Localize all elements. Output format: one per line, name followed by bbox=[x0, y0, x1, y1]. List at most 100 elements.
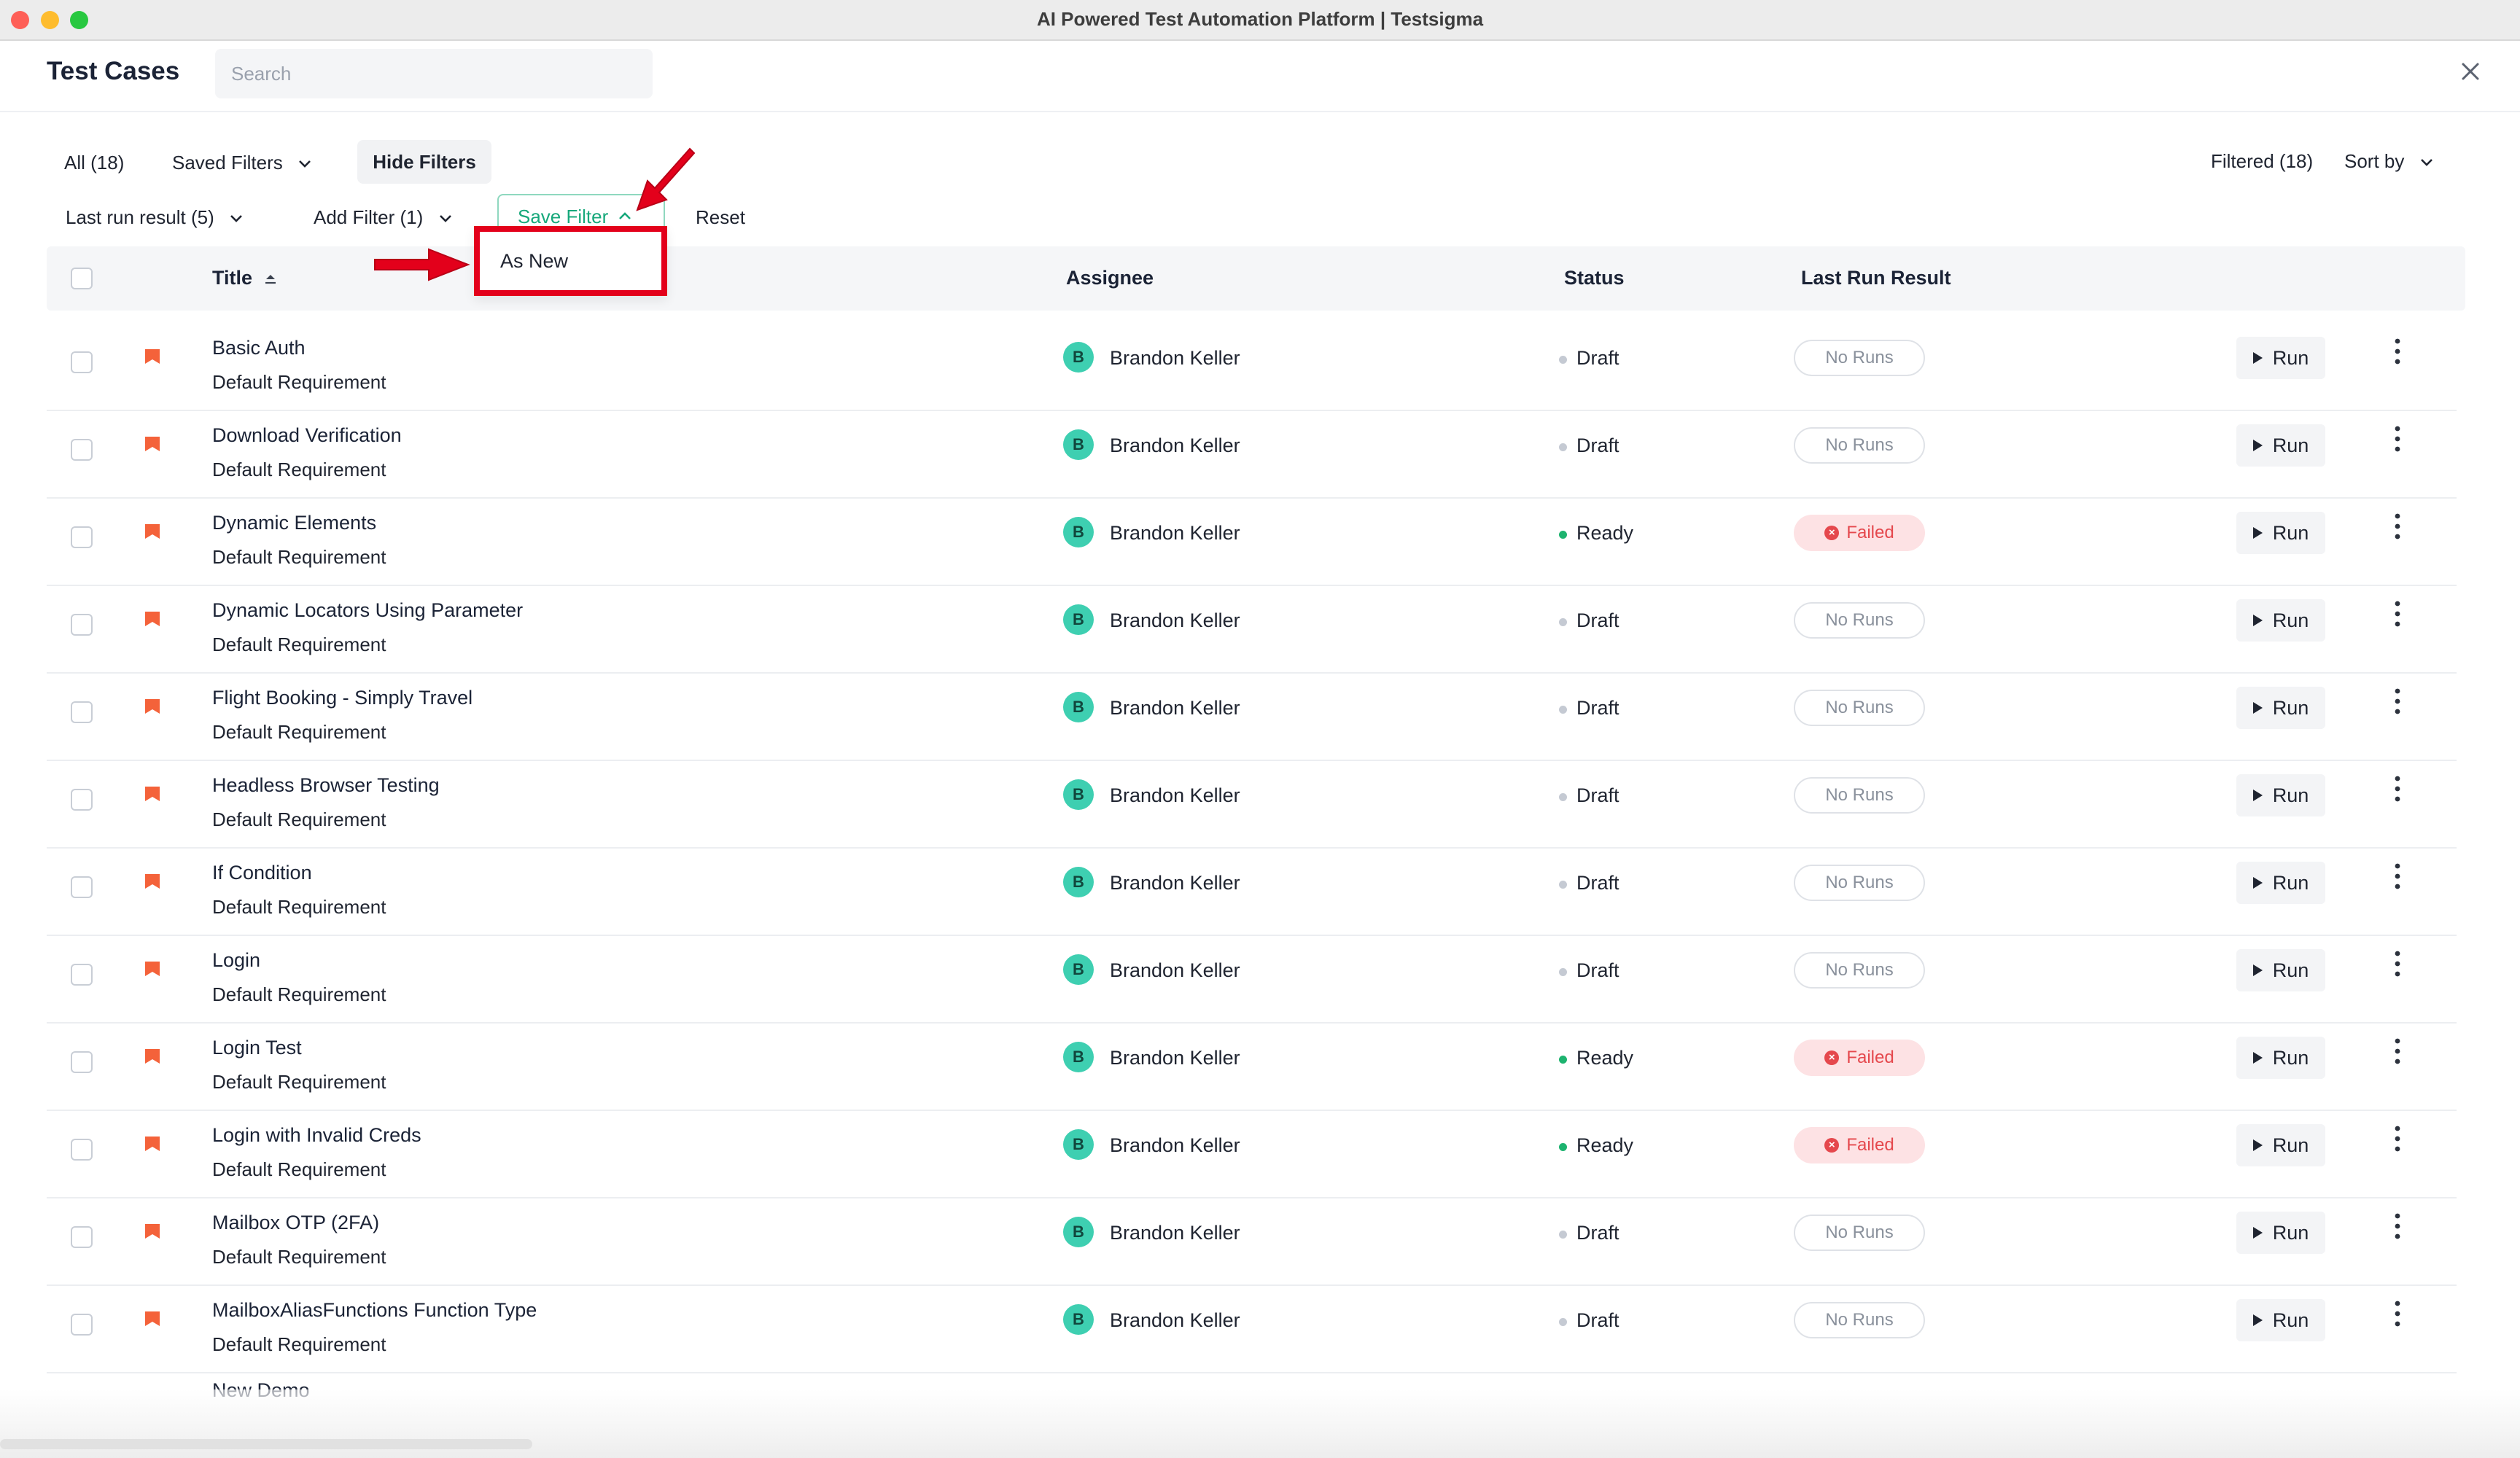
more-options-icon[interactable] bbox=[2387, 773, 2408, 805]
table-row[interactable]: Login with Invalid Creds Default Require… bbox=[47, 1110, 2457, 1198]
run-button[interactable]: Run bbox=[2236, 599, 2325, 642]
run-button[interactable]: Run bbox=[2236, 1212, 2325, 1254]
window-titlebar: AI Powered Test Automation Platform | Te… bbox=[0, 0, 2520, 41]
table-row[interactable]: Headless Browser Testing Default Require… bbox=[47, 760, 2457, 849]
reset-button[interactable]: Reset bbox=[696, 206, 745, 229]
test-case-title[interactable]: Download Verification bbox=[212, 424, 402, 447]
test-case-title[interactable]: Login bbox=[212, 949, 260, 972]
run-label: Run bbox=[2272, 784, 2309, 806]
test-case-title[interactable]: Headless Browser Testing bbox=[212, 774, 440, 797]
test-case-title[interactable]: Basic Auth bbox=[212, 337, 306, 359]
row-checkbox[interactable] bbox=[71, 701, 93, 723]
table-row[interactable]: Dynamic Elements Default Requirement B B… bbox=[47, 497, 2457, 586]
test-case-requirement: Default Requirement bbox=[212, 721, 386, 743]
last-run-result-text: No Runs bbox=[1825, 873, 1894, 892]
last-run-result-text: Failed bbox=[1846, 1048, 1894, 1067]
run-label: Run bbox=[2272, 696, 2309, 719]
test-case-requirement: Default Requirement bbox=[212, 808, 386, 830]
row-checkbox[interactable] bbox=[71, 1226, 93, 1248]
more-options-icon[interactable] bbox=[2387, 1123, 2408, 1155]
status-text: Ready bbox=[1576, 1134, 1634, 1156]
table-row[interactable]: Login Default Requirement B Brandon Kell… bbox=[47, 935, 2457, 1024]
hide-filters-button[interactable]: Hide Filters bbox=[357, 140, 491, 184]
table-row[interactable]: Mailbox OTP (2FA) Default Requirement B … bbox=[47, 1197, 2457, 1286]
row-checkbox[interactable] bbox=[71, 876, 93, 898]
test-case-title[interactable]: Dynamic Elements bbox=[212, 512, 376, 534]
status-dot-icon bbox=[1559, 443, 1567, 451]
assignee-name: Brandon Keller bbox=[1110, 522, 1240, 544]
row-checkbox[interactable] bbox=[71, 1051, 93, 1073]
more-options-icon[interactable] bbox=[2387, 860, 2408, 892]
add-filter-dropdown[interactable]: Add Filter (1) bbox=[314, 206, 455, 229]
assignee-name: Brandon Keller bbox=[1110, 872, 1240, 894]
save-filter-as-new-option[interactable]: As New bbox=[500, 250, 568, 273]
assignee-name: Brandon Keller bbox=[1110, 434, 1240, 456]
table-row[interactable]: MailboxAliasFunctions Function Type Defa… bbox=[47, 1284, 2457, 1373]
select-all-checkbox[interactable] bbox=[71, 268, 93, 289]
run-button[interactable]: Run bbox=[2236, 512, 2325, 554]
priority-flag-icon bbox=[145, 349, 160, 364]
run-button[interactable]: Run bbox=[2236, 337, 2325, 379]
search-input[interactable] bbox=[230, 61, 638, 86]
sort-ascending-icon[interactable] bbox=[262, 272, 279, 286]
test-case-title[interactable]: Flight Booking - Simply Travel bbox=[212, 687, 472, 709]
title-column-header[interactable]: Title bbox=[212, 267, 279, 289]
more-options-icon[interactable] bbox=[2387, 1035, 2408, 1067]
more-options-icon[interactable] bbox=[2387, 598, 2408, 630]
status-dot-icon bbox=[1559, 1056, 1567, 1064]
assignee-name: Brandon Keller bbox=[1110, 697, 1240, 719]
run-button[interactable]: Run bbox=[2236, 424, 2325, 467]
search-box[interactable] bbox=[215, 49, 653, 98]
play-icon bbox=[2252, 964, 2263, 976]
last-run-result-badge: No Runs bbox=[1794, 952, 1925, 989]
run-button[interactable]: Run bbox=[2236, 774, 2325, 816]
row-checkbox[interactable] bbox=[71, 351, 93, 373]
run-button[interactable]: Run bbox=[2236, 1124, 2325, 1166]
table-row[interactable]: If Condition Default Requirement B Brand… bbox=[47, 847, 2457, 936]
row-checkbox[interactable] bbox=[71, 964, 93, 986]
row-checkbox[interactable] bbox=[71, 789, 93, 811]
saved-filters-dropdown[interactable]: Saved Filters bbox=[172, 152, 314, 174]
last-run-result-text: No Runs bbox=[1825, 1310, 1894, 1330]
run-button[interactable]: Run bbox=[2236, 1037, 2325, 1079]
test-case-title[interactable]: If Condition bbox=[212, 862, 312, 884]
last-run-result-filter[interactable]: Last run result (5) bbox=[66, 206, 246, 229]
table-row[interactable]: Basic Auth Default Requirement B Brandon… bbox=[47, 322, 2457, 411]
more-options-icon[interactable] bbox=[2387, 335, 2408, 367]
row-checkbox[interactable] bbox=[71, 1139, 93, 1161]
run-label: Run bbox=[2272, 521, 2309, 544]
row-checkbox[interactable] bbox=[71, 439, 93, 461]
more-options-icon[interactable] bbox=[2387, 948, 2408, 980]
test-case-title[interactable]: Login with Invalid Creds bbox=[212, 1124, 421, 1147]
status-text: Draft bbox=[1576, 434, 1619, 456]
table-row[interactable]: Download Verification Default Requiremen… bbox=[47, 410, 2457, 499]
run-button[interactable]: Run bbox=[2236, 687, 2325, 729]
row-checkbox[interactable] bbox=[71, 526, 93, 548]
horizontal-scrollbar[interactable] bbox=[0, 1439, 532, 1449]
last-run-result-column-header: Last Run Result bbox=[1801, 267, 1951, 289]
test-case-title[interactable]: MailboxAliasFunctions Function Type bbox=[212, 1299, 537, 1322]
play-icon bbox=[2252, 1139, 2263, 1151]
test-case-title[interactable]: Mailbox OTP (2FA) bbox=[212, 1212, 379, 1234]
status-dot-icon bbox=[1559, 793, 1567, 801]
more-options-icon[interactable] bbox=[2387, 423, 2408, 455]
run-button[interactable]: Run bbox=[2236, 862, 2325, 904]
close-icon[interactable] bbox=[2456, 57, 2485, 86]
test-case-title[interactable]: Dynamic Locators Using Parameter bbox=[212, 599, 523, 622]
row-checkbox[interactable] bbox=[71, 1314, 93, 1336]
sort-by-dropdown[interactable]: Sort by bbox=[2344, 150, 2436, 173]
last-run-result-badge: × Failed bbox=[1794, 1040, 1925, 1076]
avatar: B bbox=[1063, 1129, 1094, 1160]
more-options-icon[interactable] bbox=[2387, 685, 2408, 717]
more-options-icon[interactable] bbox=[2387, 1298, 2408, 1330]
more-options-icon[interactable] bbox=[2387, 1210, 2408, 1242]
all-tab[interactable]: All (18) bbox=[64, 152, 124, 174]
row-checkbox[interactable] bbox=[71, 614, 93, 636]
table-row[interactable]: Dynamic Locators Using Parameter Default… bbox=[47, 585, 2457, 674]
table-row[interactable]: Flight Booking - Simply Travel Default R… bbox=[47, 672, 2457, 761]
more-options-icon[interactable] bbox=[2387, 510, 2408, 542]
test-case-title[interactable]: Login Test bbox=[212, 1037, 302, 1059]
run-button[interactable]: Run bbox=[2236, 949, 2325, 991]
table-row[interactable]: Login Test Default Requirement B Brandon… bbox=[47, 1022, 2457, 1111]
run-button[interactable]: Run bbox=[2236, 1299, 2325, 1341]
